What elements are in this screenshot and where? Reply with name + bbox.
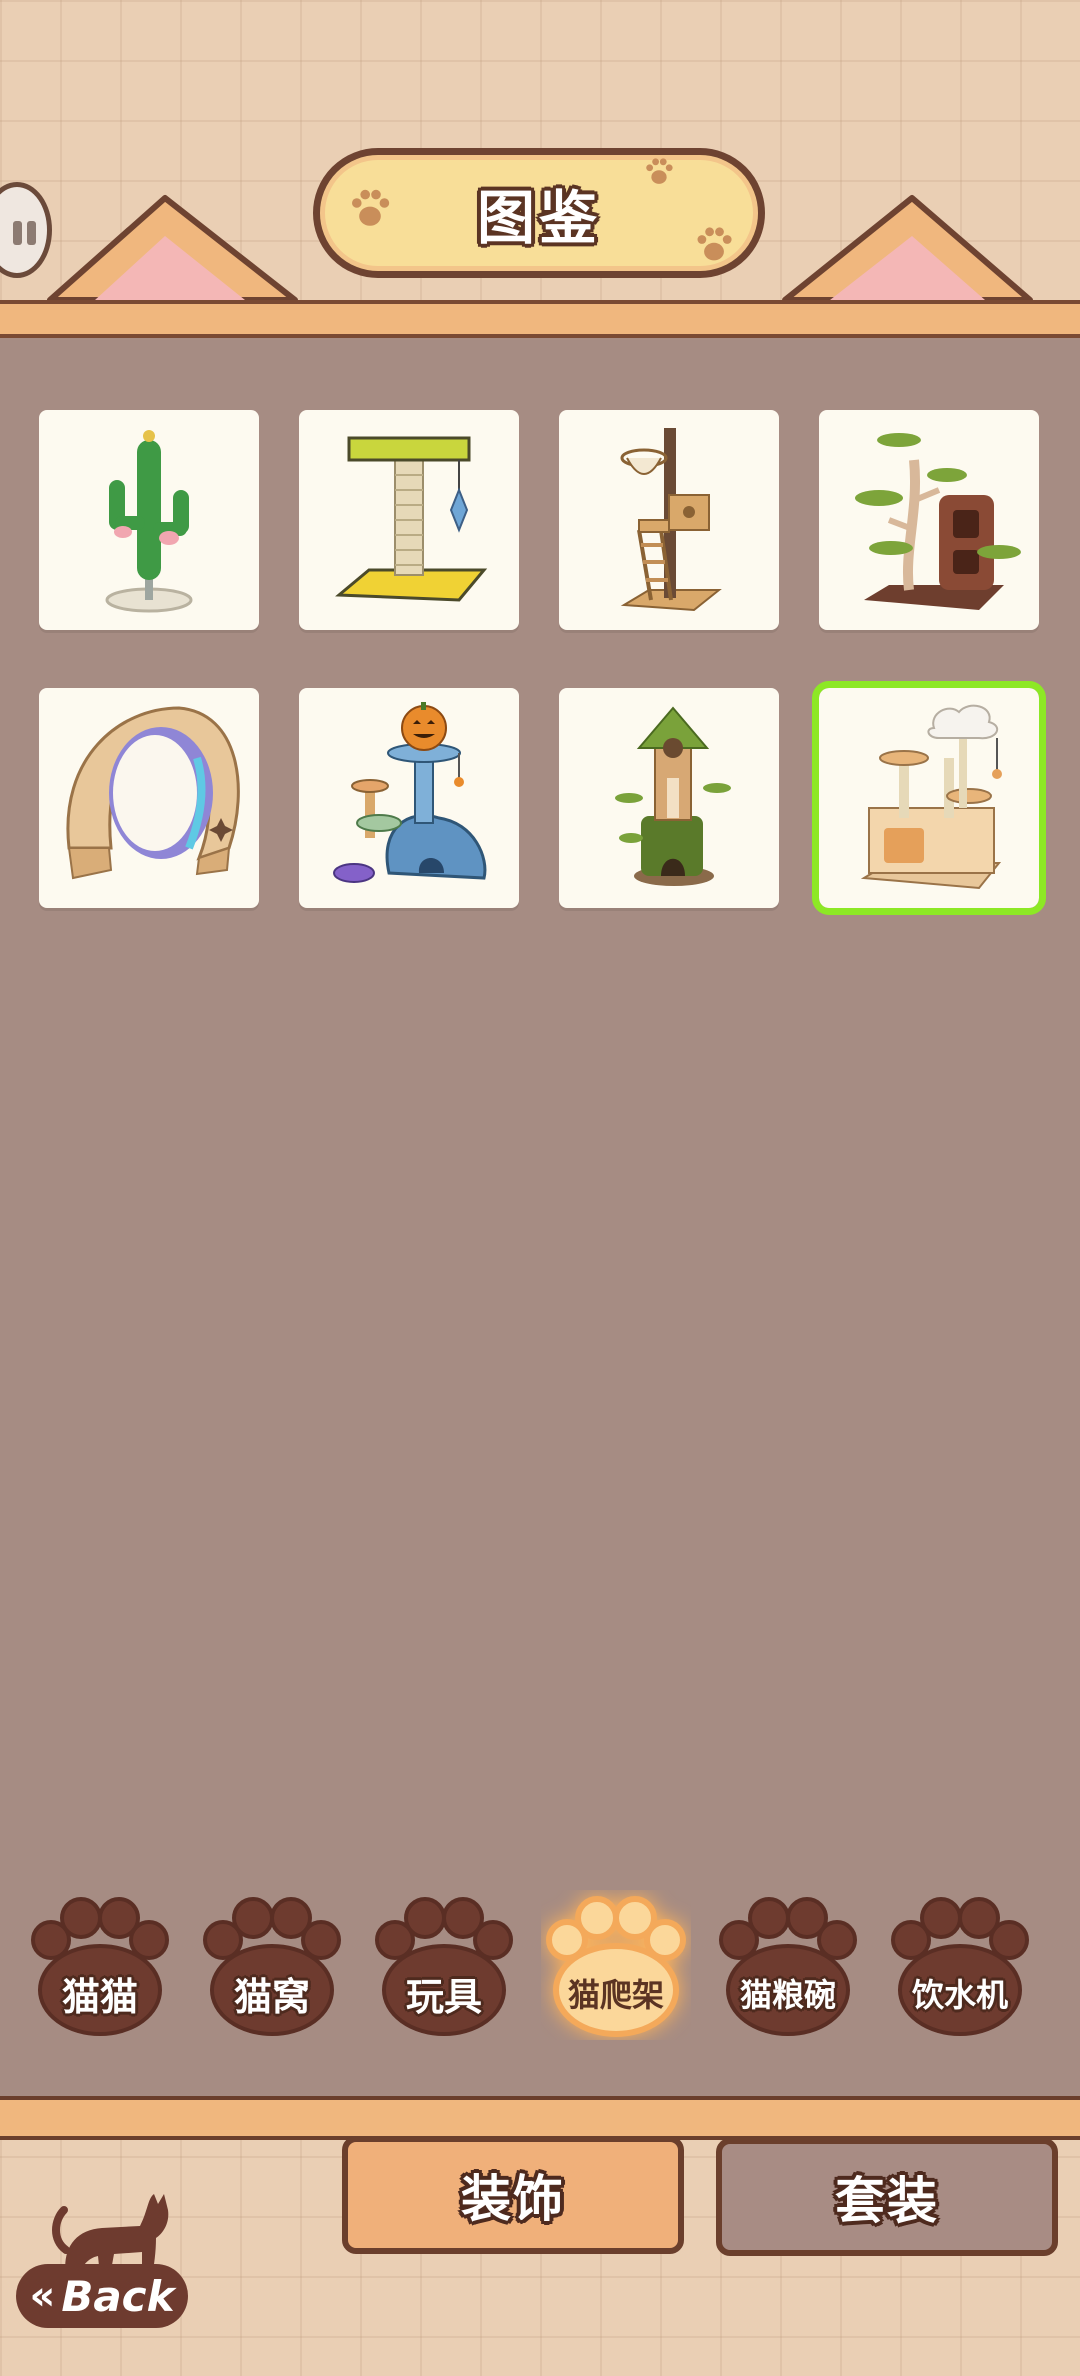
- tree-trunk-cat-condo-icon: [855, 433, 1021, 610]
- cactus-cat-tree-icon: [105, 430, 193, 613]
- tall-ladder-cat-tree-icon: [620, 428, 722, 612]
- tab-decor[interactable]: 装饰: [342, 2136, 684, 2254]
- paw-print-icon: [646, 158, 673, 184]
- paw-print-icon: [697, 227, 732, 261]
- category-cat-beds[interactable]: 猫窝: [197, 1890, 347, 2040]
- item-card-cactus-cat-tree[interactable]: [39, 410, 259, 630]
- back-button[interactable]: « Back: [16, 2180, 188, 2330]
- pumpkin-cat-tree-icon: [333, 702, 487, 883]
- category-label: 猫粮碗: [739, 1976, 836, 2014]
- title-plate: 图鉴: [313, 148, 765, 278]
- collection-grid: [39, 410, 1046, 915]
- category-label: 猫猫: [61, 1975, 138, 2019]
- category-label: 猫爬架: [567, 1976, 664, 2014]
- category-food-bowls[interactable]: 猫粮碗: [713, 1890, 863, 2040]
- item-card-pumpkin-cat-tree[interactable]: [299, 688, 519, 908]
- sisal-scratching-post-icon: [335, 436, 488, 602]
- category-water-fountains[interactable]: 饮水机: [885, 1890, 1035, 2040]
- paw-icon: [891, 1897, 1029, 2036]
- category-label: 猫窝: [233, 1975, 310, 2019]
- category-cats[interactable]: 猫猫: [25, 1890, 175, 2040]
- page-title: 图鉴: [476, 184, 601, 252]
- paw-print-icon: [352, 189, 390, 226]
- category-toys[interactable]: 玩具: [369, 1890, 519, 2040]
- pause-icon: [13, 221, 22, 245]
- tab-decor-label: 装饰: [461, 2170, 565, 2228]
- item-card-tall-ladder-cat-tree[interactable]: [559, 410, 779, 630]
- item-card-tree-trunk-cat-condo[interactable]: [819, 410, 1039, 630]
- double-chevron-left-icon: «: [29, 2273, 56, 2319]
- category-cat-trees[interactable]: 猫爬架: [541, 1890, 691, 2040]
- tab-sets[interactable]: 套装: [716, 2138, 1058, 2256]
- tab-sets-label: 套装: [835, 2172, 939, 2230]
- mossy-tower-cat-tree-icon: [615, 706, 731, 886]
- back-label: Back: [61, 2271, 175, 2321]
- item-card-cloud-platform-cat-tree[interactable]: [812, 681, 1046, 915]
- cloud-platform-cat-tree-icon: [860, 704, 1002, 890]
- item-card-sisal-scratching-post[interactable]: [299, 410, 519, 630]
- header-band: [0, 300, 1080, 338]
- paw-icon: [546, 1896, 686, 2037]
- cat-exercise-wheel-icon: [66, 706, 240, 880]
- back-pill[interactable]: « Back: [16, 2264, 188, 2328]
- item-card-mossy-tower-cat-tree[interactable]: [559, 688, 779, 908]
- paw-icon: [719, 1897, 857, 2036]
- category-label: 饮水机: [911, 1976, 1008, 2014]
- footer-band: [0, 2096, 1080, 2140]
- category-bar: 猫猫 猫窝 玩具 猫爬架 猫粮碗 饮水机: [25, 1890, 1055, 2040]
- category-label: 玩具: [405, 1975, 482, 2019]
- item-card-cat-exercise-wheel[interactable]: [39, 688, 259, 908]
